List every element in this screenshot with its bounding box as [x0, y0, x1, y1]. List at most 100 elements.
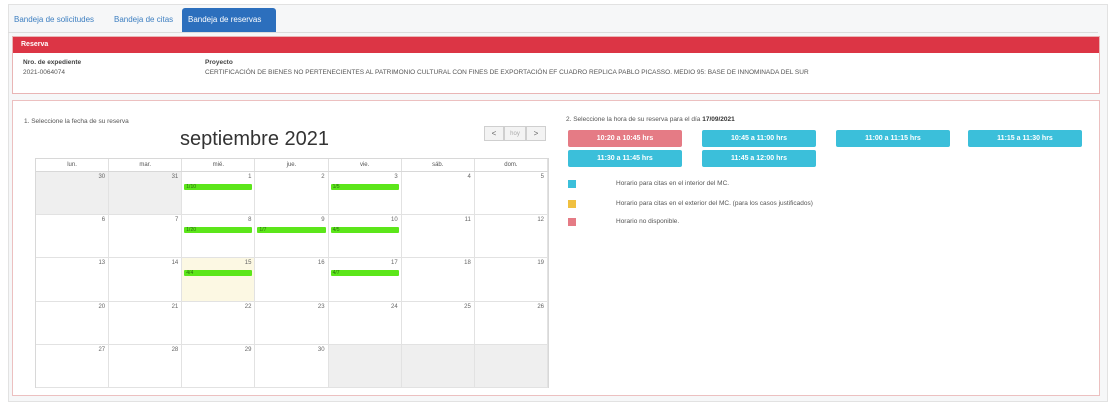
calendar-day-cell[interactable]: 13	[36, 258, 110, 302]
calendar-day-cell[interactable]: 26	[474, 301, 548, 345]
day-number: 6	[101, 217, 106, 224]
calendar-title: septiembre 2021	[180, 128, 329, 150]
day-number: 22	[244, 303, 252, 310]
calendar-nav: < hoy >	[484, 126, 546, 141]
proyecto-value: CERTIFICACIÓN DE BIENES NO PERTENECIENTE…	[205, 69, 809, 76]
day-number: 26	[537, 303, 544, 310]
calendar-day-cell[interactable]: 4	[401, 172, 475, 216]
calendar-day-cell: 30	[36, 172, 110, 216]
calendar-day-cell[interactable]: 18	[401, 258, 475, 302]
availability-event[interactable]: 1/10	[184, 184, 253, 190]
weekday-label: mar.	[109, 159, 183, 171]
day-number: 31	[171, 174, 179, 180]
legend-label: Horario para citas en el exterior del MC…	[616, 200, 813, 207]
weekday-header: lun. mar. mié. jue. vie. sáb. dom.	[36, 159, 548, 172]
calendar-day-cell[interactable]: 29	[182, 344, 256, 388]
availability-event[interactable]: 4/5	[330, 227, 399, 234]
weekday-label: jue.	[255, 159, 329, 171]
reserva-header: Reserva	[13, 37, 1099, 53]
reserva-panel: Reserva Nro. de expediente 2021-0064074 …	[12, 36, 1100, 94]
legend-swatch	[568, 200, 576, 208]
day-number: 27	[98, 346, 106, 353]
calendar-day-cell[interactable]: 9 1/7	[255, 215, 329, 259]
calendar-day-cell[interactable]: 27	[36, 344, 110, 388]
calendar-day-cell[interactable]: 17 4/7	[328, 258, 402, 302]
day-number: 3	[394, 174, 398, 180]
calendar-day-cell[interactable]: 21	[109, 301, 183, 345]
legend-label: Horario no disponible.	[616, 218, 680, 225]
tab-bandeja-reservas[interactable]: Bandeja de reservas	[182, 8, 276, 32]
availability-event[interactable]: 4/7	[330, 270, 399, 277]
calendar-day-cell[interactable]: 10 4/5	[328, 215, 402, 259]
day-number: 30	[317, 346, 325, 353]
availability-event[interactable]: 1/7	[257, 227, 326, 234]
time-slot-button[interactable]: 11:30 a 11:45 hrs	[568, 150, 682, 167]
today-button[interactable]: hoy	[504, 126, 526, 141]
calendar-day-cell	[474, 344, 548, 388]
day-number: 24	[391, 303, 398, 310]
calendar-day-cell[interactable]: 7	[109, 215, 183, 259]
calendar-day-cell[interactable]: 14	[109, 258, 183, 302]
calendar-day-cell[interactable]: 1 1/10	[182, 172, 256, 216]
calendar-day-cell[interactable]: 22	[182, 301, 256, 345]
calendar-day-cell[interactable]: 6	[36, 215, 110, 259]
availability-event[interactable]: 4/4	[184, 270, 253, 277]
selected-date: 17/09/2021	[702, 116, 735, 123]
calendar-day-cell[interactable]: 28	[109, 344, 183, 388]
prev-month-button[interactable]: <	[484, 126, 504, 141]
next-month-button[interactable]: >	[526, 126, 546, 141]
calendar-grid: lun. mar. mié. jue. vie. sáb. dom. 30 31 1 1/10 2 3…	[35, 158, 549, 388]
tab-bandeja-citas[interactable]: Bandeja de citas	[108, 8, 173, 32]
calendar-day-cell[interactable]: 12	[474, 215, 548, 259]
calendar-day-cell[interactable]: 24	[328, 301, 402, 345]
availability-event[interactable]: 1/20	[184, 227, 253, 234]
weekday-label: dom.	[475, 159, 548, 171]
day-number: 20	[98, 303, 106, 310]
day-number: 7	[174, 217, 179, 224]
legend-swatch	[568, 180, 576, 188]
time-slot-button[interactable]: 11:15 a 11:30 hrs	[968, 130, 1082, 147]
expediente-label: Nro. de expediente	[23, 59, 82, 66]
calendar-day-cell[interactable]: 15 4/4	[182, 258, 256, 302]
calendar-day-cell[interactable]: 25	[401, 301, 475, 345]
weekday-label: lun.	[36, 159, 110, 171]
day-number: 12	[537, 217, 544, 224]
day-number: 29	[244, 346, 252, 353]
day-number: 11	[464, 217, 471, 224]
expediente-value: 2021-0064074	[23, 69, 65, 76]
calendar-day-cell[interactable]: 30	[255, 344, 329, 388]
tab-bandeja-solicitudes[interactable]: Bandeja de solicitudes	[8, 8, 100, 32]
calendar-day-cell[interactable]: 16	[255, 258, 329, 302]
weekday-label: sáb.	[402, 159, 475, 171]
step1-label: 1. Seleccione la fecha de su reserva	[24, 118, 129, 125]
day-number: 30	[98, 174, 106, 180]
day-number: 18	[464, 260, 471, 267]
calendar-day-cell[interactable]: 20	[36, 301, 110, 345]
calendar-day-cell[interactable]: 2	[255, 172, 329, 216]
step2-text: 2. Seleccione la hora de su reserva para…	[566, 116, 701, 123]
calendar-day-cell[interactable]: 8 1/20	[182, 215, 256, 259]
day-number: 8	[248, 217, 252, 224]
calendar-body: 30 31 1 1/10 2 3 1/5 4 5 6 7 8 1/20 9 1/7 10 4/5 11 12 13 14…	[36, 172, 548, 388]
weekday-label: mié.	[182, 159, 256, 171]
legend-label: Horario para citas en el interior del MC…	[616, 180, 730, 187]
day-number: 15	[244, 260, 252, 267]
calendar-day-cell: 31	[109, 172, 183, 216]
day-number: 1	[248, 174, 252, 180]
calendar-day-cell[interactable]: 19	[474, 258, 548, 302]
day-number: 5	[540, 174, 544, 180]
day-number: 19	[537, 260, 544, 267]
calendar-day-cell	[401, 344, 475, 388]
calendar-day-cell[interactable]: 5	[474, 172, 548, 216]
availability-event[interactable]: 1/5	[330, 184, 399, 190]
day-number: 14	[171, 260, 179, 267]
calendar-day-cell[interactable]: 23	[255, 301, 329, 345]
calendar-day-cell[interactable]: 11	[401, 215, 475, 259]
time-slot-button[interactable]: 11:00 a 11:15 hrs	[836, 130, 950, 147]
day-number: 10	[391, 217, 398, 224]
time-slot-button[interactable]: 10:20 a 10:45 hrs	[568, 130, 682, 147]
calendar-day-cell[interactable]: 3 1/5	[328, 172, 402, 216]
time-slot-button[interactable]: 10:45 a 11:00 hrs	[702, 130, 816, 147]
legend-swatch	[568, 218, 576, 226]
time-slot-button[interactable]: 11:45 a 12:00 hrs	[702, 150, 816, 167]
